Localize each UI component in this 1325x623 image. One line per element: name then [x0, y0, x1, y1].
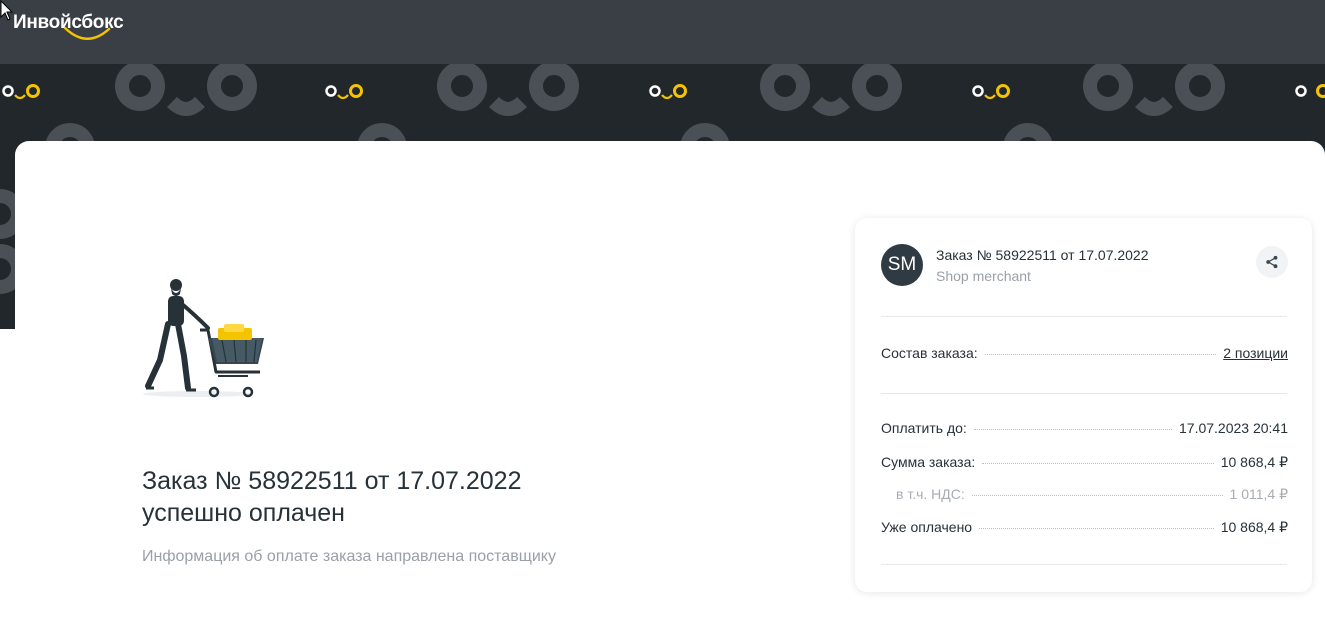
brand-logo[interactable]: Инвойсбокс: [13, 12, 124, 42]
vat-row: в т.ч. НДС: 1 011,4 ₽: [881, 486, 1288, 506]
pay-until-row: Оплатить до: 17.07.2023 20:41: [881, 420, 1288, 440]
merchant-name: Shop merchant: [936, 268, 1031, 284]
pay-until-label: Оплатить до:: [881, 420, 967, 436]
order-sum-value: 10 868,4 ₽: [1220, 454, 1288, 470]
already-paid-label: Уже оплачено: [881, 519, 973, 535]
order-sum-label: Сумма заказа:: [881, 454, 976, 470]
divider: [881, 393, 1287, 394]
order-sum-row: Сумма заказа: 10 868,4 ₽: [881, 454, 1288, 474]
dotted-leader: [971, 495, 1223, 496]
order-info-text: Информация об оплате заказа направлена п…: [142, 548, 556, 565]
dotted-leader: [984, 354, 1217, 355]
summary-order-title: Заказ № 58922511 от 17.07.2022: [936, 247, 1149, 263]
divider: [881, 316, 1287, 317]
dotted-leader: [979, 528, 1214, 529]
vat-label: в т.ч. НДС:: [896, 486, 965, 502]
order-title: Заказ № 58922511 от 17.07.2022: [142, 467, 522, 495]
already-paid-value: 10 868,4 ₽: [1220, 519, 1288, 535]
dotted-leader: [982, 463, 1214, 464]
share-icon: [1266, 255, 1278, 269]
composition-link[interactable]: 2 позиции: [1223, 345, 1288, 361]
order-status: успешно оплачен: [142, 499, 345, 527]
top-bar: Инвойсбокс: [0, 0, 1325, 64]
order-composition-row: Состав заказа: 2 позиции: [881, 345, 1288, 365]
mouse-cursor-icon: [0, 0, 14, 21]
divider: [881, 564, 1287, 565]
brand-name: Инвойсбокс: [13, 12, 124, 33]
vat-value: 1 011,4 ₽: [1229, 486, 1288, 502]
order-status-heading: Заказ № 58922511 от 17.07.2022 успешно о…: [142, 465, 742, 529]
merchant-avatar: SM: [881, 244, 923, 286]
order-summary-panel: SM Заказ № 58922511 от 17.07.2022 Shop m…: [855, 218, 1312, 592]
share-button[interactable]: [1256, 246, 1288, 278]
composition-label: Состав заказа:: [881, 345, 978, 361]
pay-until-value: 17.07.2023 20:41: [1179, 420, 1288, 436]
already-paid-row: Уже оплачено 10 868,4 ₽: [881, 519, 1288, 539]
dotted-leader: [973, 429, 1172, 430]
shopper-with-cart-illustration: [143, 279, 264, 398]
